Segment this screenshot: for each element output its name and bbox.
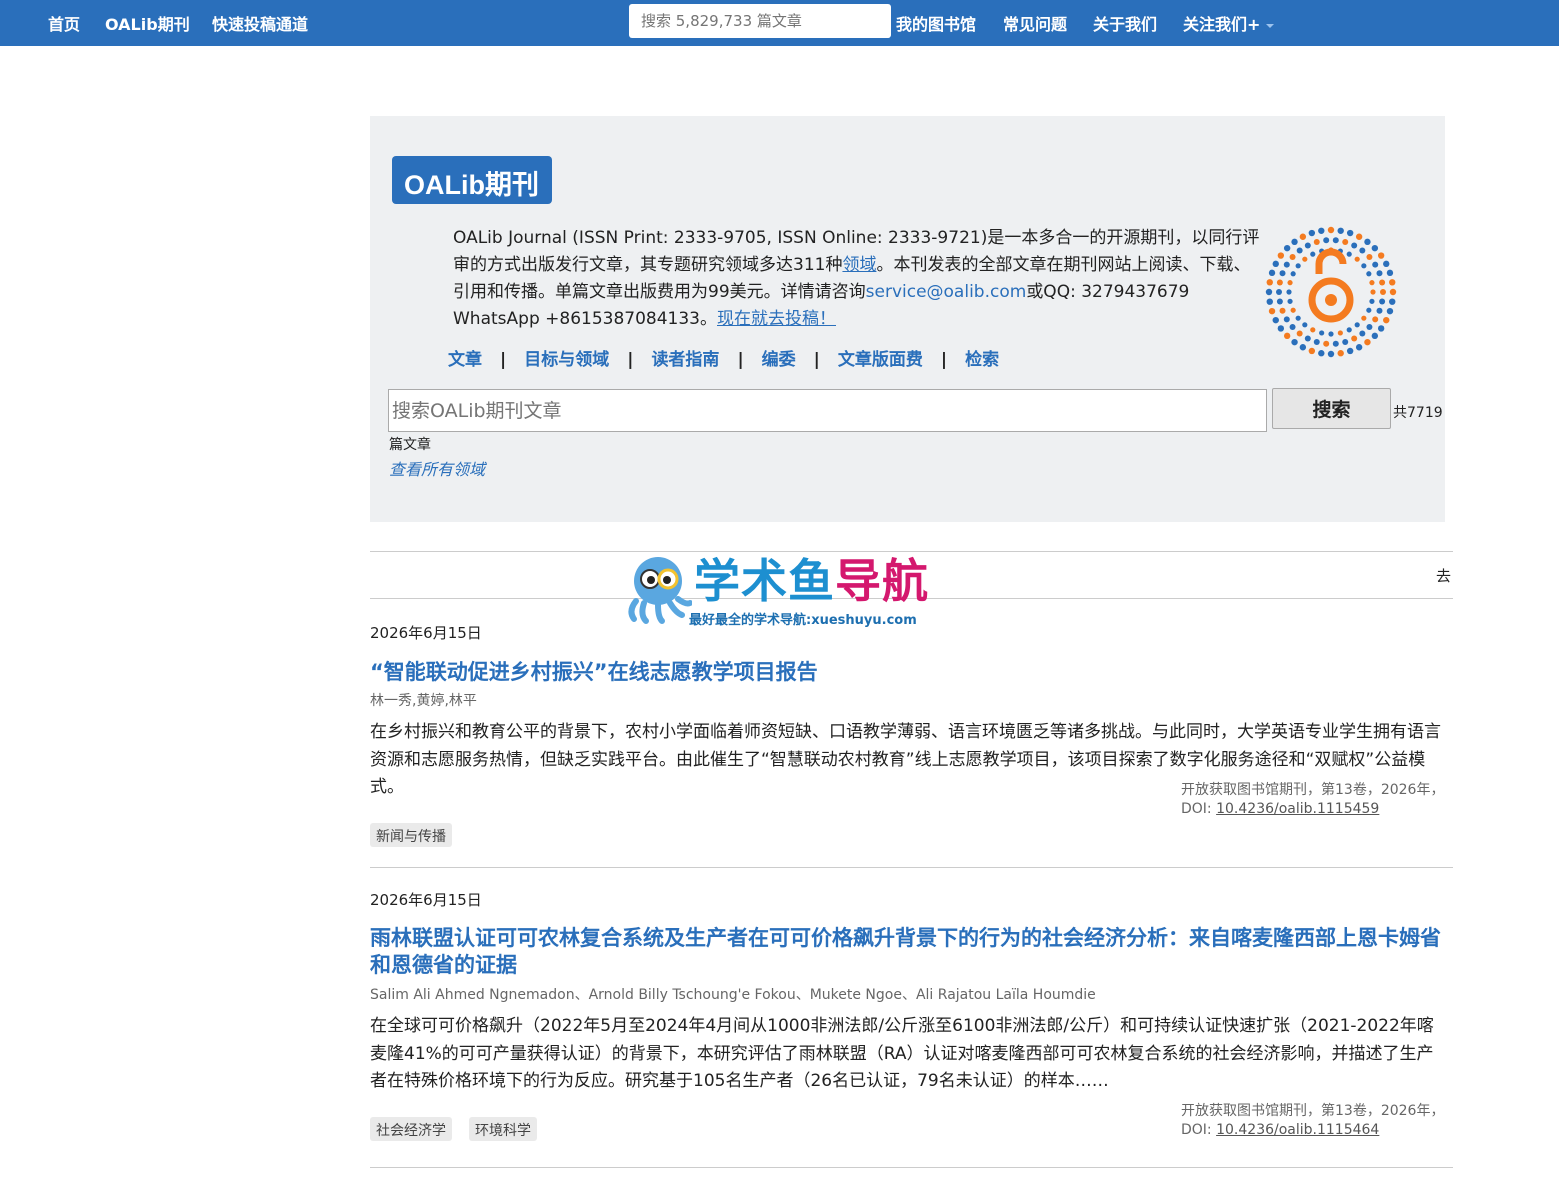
journal-description: OALib Journal (ISSN Print: 2333-9705, IS…	[453, 225, 1263, 333]
link-apc[interactable]: 文章版面费	[838, 350, 923, 370]
global-search-input[interactable]	[629, 4, 891, 38]
email-link[interactable]: service@oalib.com	[866, 282, 1027, 302]
journal-links: 文章 | 目标与领域 | 读者指南 | 编委 | 文章版面费 | 检索	[448, 345, 999, 370]
doi-link[interactable]: 10.4236/oalib.1115464	[1216, 1122, 1379, 1138]
divider	[370, 867, 1453, 868]
article-date: 2026年6月15日	[370, 891, 482, 909]
article-meta: 开放获取图书馆期刊，第13卷，2026年， DOI: 10.4236/oalib…	[1181, 1102, 1444, 1140]
watermark-subtitle: 最好最全的学术导航:xueshuyu.com	[689, 613, 917, 628]
link-articles[interactable]: 文章	[448, 350, 482, 370]
article-count: 共7719	[1393, 405, 1443, 421]
nav-about-link[interactable]: 关于我们	[1093, 11, 1157, 35]
doi-label: DOI:	[1181, 801, 1212, 817]
go-button[interactable]: 去	[1436, 565, 1451, 586]
separator: |	[627, 350, 634, 370]
submit-now-link[interactable]: 现在就去投稿！	[717, 309, 836, 329]
nav-home-link[interactable]: 首页	[48, 11, 80, 35]
link-reader-guide[interactable]: 读者指南	[651, 350, 719, 370]
doi-label: DOI:	[1181, 1122, 1212, 1138]
view-all-fields-link[interactable]: 查看所有领域	[389, 456, 485, 480]
watermark-title-a: 学术鱼	[694, 554, 835, 608]
article-title[interactable]: 雨林联盟认证可可农林复合系统及生产者在可可价格飙升背景下的行为的社会经济分析：来…	[370, 925, 1453, 979]
subject-tag[interactable]: 环境科学	[469, 1117, 537, 1141]
nav-follow-dropdown[interactable]: 关注我们+	[1183, 11, 1275, 35]
article-date: 2026年6月15日	[370, 624, 482, 642]
separator: |	[500, 350, 507, 370]
article-meta: 开放获取图书馆期刊，第13卷，2026年， DOI: 10.4236/oalib…	[1181, 781, 1444, 819]
article-authors: 林一秀,黄婷,林平	[370, 693, 477, 709]
subject-tag[interactable]: 社会经济学	[370, 1117, 452, 1141]
divider	[370, 551, 1453, 552]
journal-info-panel: OALib期刊 OALib Journal (ISSN Print: 2333-…	[370, 116, 1445, 522]
article-journal: 开放获取图书馆期刊，第13卷，2026年，	[1181, 1103, 1445, 1119]
article-authors: Salim Ali Ahmed Ngnemadon、Arnold Billy T…	[370, 987, 1096, 1003]
journal-search-input[interactable]	[388, 389, 1267, 432]
link-editorial-board[interactable]: 编委	[762, 350, 796, 370]
octopus-mascot-icon	[628, 557, 692, 624]
article-doi-row: DOI: 10.4236/oalib.1115464	[1181, 1121, 1444, 1140]
divider	[370, 1167, 1453, 1168]
subject-tag[interactable]: 新闻与传播	[370, 823, 452, 847]
fields-link[interactable]: 领域	[842, 255, 876, 275]
article-abstract: 在全球可可价格飙升（2022年5月至2024年4月间从1000非洲法郎/公斤涨至…	[370, 1016, 1434, 1091]
top-nav-bar: 首页 OALib期刊 快速投稿通道 我的图书馆 常见问题 关于我们 关注我们+	[0, 0, 1559, 46]
nav-journal-link[interactable]: OALib期刊	[105, 11, 190, 35]
article-doi-row: DOI: 10.4236/oalib.1115459	[1181, 800, 1444, 819]
journal-search-button[interactable]: 搜索	[1272, 388, 1391, 429]
article-journal: 开放获取图书馆期刊，第13卷，2026年，	[1181, 782, 1445, 798]
link-search[interactable]: 检索	[965, 350, 999, 370]
article-count-unit: 篇文章	[389, 437, 431, 453]
watermark-logo: 学术鱼导航 最好最全的学术导航:xueshuyu.com	[622, 553, 942, 628]
watermark-title: 学术鱼导航	[694, 555, 929, 607]
nav-fast-submit-link[interactable]: 快速投稿通道	[212, 11, 308, 35]
nav-faq-link[interactable]: 常见问题	[1003, 11, 1067, 35]
separator: |	[940, 350, 948, 370]
separator: |	[813, 350, 820, 370]
separator: |	[737, 350, 744, 370]
watermark-title-b: 导航	[835, 554, 929, 608]
journal-badge: OALib期刊	[392, 156, 552, 204]
open-access-logo-icon	[1265, 226, 1397, 358]
nav-follow-label: 关注我们+	[1183, 15, 1261, 34]
article-title[interactable]: “智能联动促进乡村振兴”在线志愿教学项目报告	[370, 659, 1453, 686]
chevron-down-icon	[1266, 23, 1275, 28]
link-aims-scope[interactable]: 目标与领域	[524, 350, 609, 370]
doi-link[interactable]: 10.4236/oalib.1115459	[1216, 801, 1379, 817]
nav-library-link[interactable]: 我的图书馆	[896, 11, 976, 35]
